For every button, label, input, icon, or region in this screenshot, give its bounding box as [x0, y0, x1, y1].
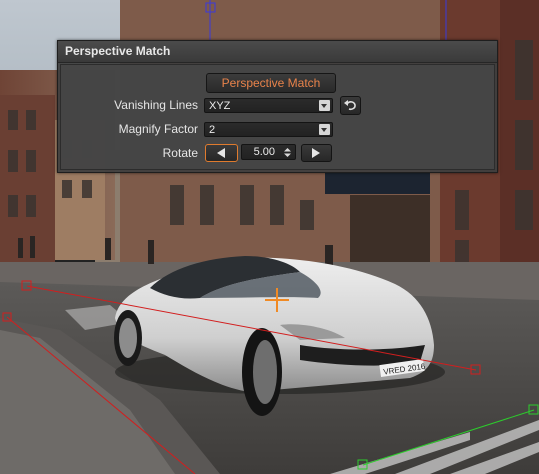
- panel-header: Perspective Match: [58, 41, 497, 63]
- magnify-factor-dropdown[interactable]: 2: [204, 122, 333, 137]
- chevron-down-icon: [319, 124, 330, 135]
- rotate-value-stepper[interactable]: 5.00: [241, 144, 296, 160]
- vanishing-lines-dropdown[interactable]: XYZ: [204, 98, 333, 113]
- rotate-value: 5.00: [253, 146, 275, 158]
- vanishing-lines-value: XYZ: [209, 100, 231, 112]
- reset-button[interactable]: [340, 96, 361, 115]
- magnify-factor-label: Magnify Factor: [118, 122, 198, 136]
- arrow-right-icon: [312, 148, 320, 158]
- rotate-label: Rotate: [162, 146, 198, 160]
- panel-title: Perspective Match: [65, 44, 171, 58]
- perspective-match-button[interactable]: Perspective Match: [206, 73, 336, 93]
- perspective-match-panel: Perspective Match Perspective Match Vani…: [57, 40, 498, 173]
- stepper-arrows-icon[interactable]: [283, 147, 292, 158]
- undo-icon: [344, 100, 356, 111]
- chevron-down-icon: [319, 100, 330, 111]
- rotate-left-button[interactable]: [205, 144, 238, 162]
- magnify-factor-value: 2: [209, 124, 216, 136]
- vanishing-lines-label: Vanishing Lines: [114, 98, 198, 112]
- rotate-right-button[interactable]: [301, 144, 332, 162]
- arrow-left-icon: [217, 148, 225, 158]
